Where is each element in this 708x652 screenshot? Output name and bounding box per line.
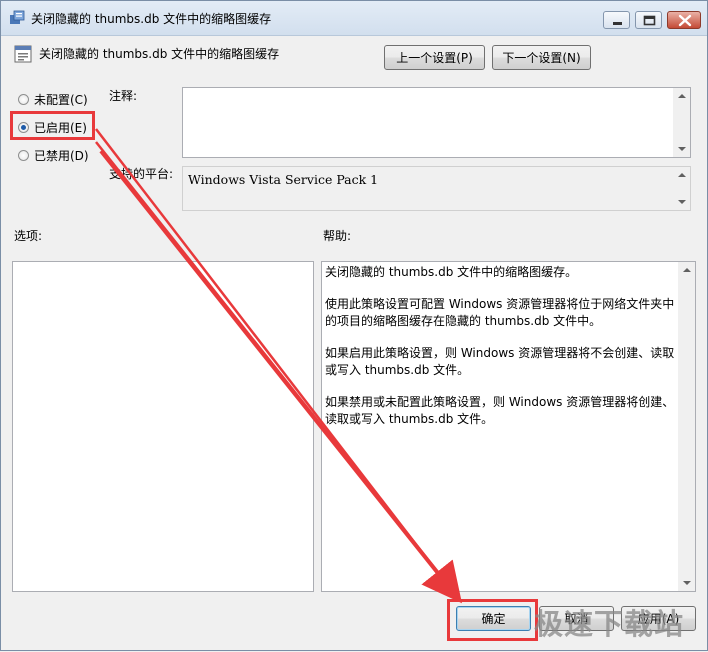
radio-dot <box>18 149 29 161</box>
scroll-up-icon[interactable] <box>678 173 686 177</box>
minimize-button[interactable] <box>603 11 630 29</box>
minimize-icon <box>613 22 622 25</box>
scroll-down-icon[interactable] <box>678 200 686 204</box>
help-paragraph: 如果禁用或未配置此策略设置，则 Windows 资源管理器将创建、读取或写入 t… <box>325 395 675 426</box>
platform-label: 支持的平台: <box>109 167 174 181</box>
radio-dot <box>18 93 29 105</box>
title-bar[interactable]: 关闭隐藏的 thumbs.db 文件中的缩略图缓存 <box>1 1 707 36</box>
radio-not-configured[interactable]: 未配置(C) <box>18 90 88 108</box>
help-label: 帮助: <box>323 229 352 243</box>
next-setting-button[interactable]: 下一个设置(N) <box>492 45 591 70</box>
policy-dialog-window: 关闭隐藏的 thumbs.db 文件中的缩略图缓存 关闭隐藏的 thumbs.d… <box>0 0 708 651</box>
scroll-up-icon[interactable] <box>683 268 691 272</box>
policy-setting-icon <box>14 45 32 63</box>
watermark-text: 极速下载站 <box>534 607 685 641</box>
options-label: 选项: <box>14 229 43 243</box>
ok-button[interactable]: 确定 <box>456 606 531 631</box>
options-pane <box>12 261 314 592</box>
policy-editor-icon <box>10 10 25 24</box>
help-paragraph: 使用此策略设置可配置 Windows 资源管理器将位于网络文件夹中的项目的缩略图… <box>325 297 675 328</box>
help-pane: 关闭隐藏的 thumbs.db 文件中的缩略图缓存。 使用此策略设置可配置 Wi… <box>321 261 696 592</box>
scroll-up-icon[interactable] <box>678 94 686 98</box>
close-icon <box>678 14 692 27</box>
radio-label: 未配置(C) <box>34 92 88 107</box>
radio-enabled[interactable]: 已启用(E) <box>18 118 87 136</box>
maximize-button[interactable] <box>635 11 662 29</box>
radio-label: 已禁用(D) <box>34 148 89 163</box>
help-scrollbar[interactable] <box>678 262 695 591</box>
help-paragraph: 如果启用此策略设置，则 Windows 资源管理器将不会创建、读取或写入 thu… <box>325 346 675 377</box>
radio-dot-selected <box>18 121 29 133</box>
scroll-down-icon[interactable] <box>683 581 691 585</box>
window-title: 关闭隐藏的 thumbs.db 文件中的缩略图缓存 <box>31 12 272 26</box>
previous-setting-button[interactable]: 上一个设置(P) <box>384 45 485 70</box>
help-paragraph: 关闭隐藏的 thumbs.db 文件中的缩略图缓存。 <box>325 265 578 279</box>
platform-value: Windows Vista Service Pack 1 <box>188 172 379 187</box>
platform-field: Windows Vista Service Pack 1 <box>182 166 691 211</box>
comment-label: 注释: <box>109 89 138 103</box>
scroll-down-icon[interactable] <box>678 147 686 151</box>
close-button[interactable] <box>667 11 701 29</box>
radio-disabled[interactable]: 已禁用(D) <box>18 146 89 164</box>
maximize-icon <box>643 15 656 26</box>
help-text: 关闭隐藏的 thumbs.db 文件中的缩略图缓存。 使用此策略设置可配置 Wi… <box>325 264 675 443</box>
platform-scrollbar[interactable] <box>673 167 690 210</box>
comment-textarea[interactable] <box>182 87 691 158</box>
comment-scrollbar[interactable] <box>673 88 690 157</box>
policy-name: 关闭隐藏的 thumbs.db 文件中的缩略图缓存 <box>39 47 280 61</box>
radio-label: 已启用(E) <box>34 120 87 135</box>
